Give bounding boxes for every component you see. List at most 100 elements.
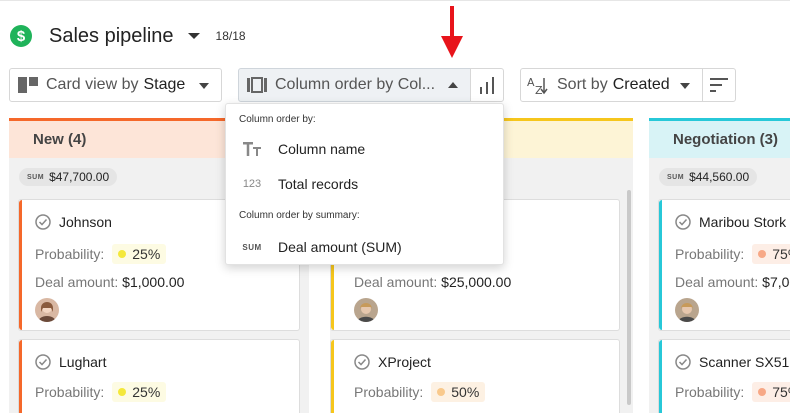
sort-value: Created bbox=[612, 76, 670, 93]
probability-badge: 75% bbox=[752, 244, 790, 264]
menu-item-label: Deal amount (SUM) bbox=[278, 239, 402, 255]
deal-card[interactable]: Lughart Probability: 25% bbox=[18, 339, 300, 413]
sum-icon: SUM bbox=[242, 242, 262, 252]
deal-amount-label: Deal amount: bbox=[354, 274, 438, 290]
page-title[interactable]: Sales pipeline bbox=[49, 25, 174, 48]
probability-value: 25% bbox=[132, 246, 161, 262]
column-header[interactable]: Negotiation (3) bbox=[649, 118, 790, 158]
column-scrollbar[interactable] bbox=[627, 190, 631, 405]
card-name: XProject bbox=[378, 354, 431, 370]
probability-field: Probability: 75% bbox=[675, 382, 790, 402]
page-header: $ Sales pipeline 18/18 bbox=[10, 22, 246, 50]
menu-item-total-records[interactable]: 123 Total records bbox=[226, 169, 503, 199]
column-order-label: Column order by Col... bbox=[275, 76, 436, 93]
card-view-select[interactable]: Card view by Stage bbox=[9, 68, 222, 102]
svg-text:A: A bbox=[527, 76, 535, 89]
probability-value: 50% bbox=[451, 384, 480, 400]
card-title: Lughart bbox=[35, 354, 106, 370]
sort-az-icon: AZ bbox=[527, 75, 549, 95]
status-dot-icon bbox=[758, 250, 767, 258]
probability-label: Probability: bbox=[675, 246, 745, 262]
card-title: Maribou Stork bbox=[675, 214, 786, 230]
probability-value: 75% bbox=[772, 384, 790, 400]
avatar[interactable] bbox=[35, 298, 59, 322]
column-sum-badge: SUM $44,560.00 bbox=[659, 168, 758, 186]
status-dot-icon bbox=[118, 388, 127, 396]
column-order-dropdown: Column order by: Column name 123 Total r… bbox=[225, 103, 504, 265]
dropdown-section-label: Column order by summary: bbox=[239, 210, 360, 221]
deal-amount-label: Deal amount: bbox=[675, 274, 759, 290]
card-view-icon bbox=[18, 77, 38, 93]
kanban-column-negotiation: Negotiation (3) SUM $44,560.00 Maribou St… bbox=[649, 118, 790, 413]
status-dot-icon bbox=[437, 388, 446, 396]
card-title: Johnson bbox=[35, 214, 112, 230]
deal-amount-value: $1,000.00 bbox=[122, 274, 185, 290]
record-count: 18/18 bbox=[215, 29, 246, 43]
sort-label: Sort by bbox=[557, 76, 608, 93]
sum-label: SUM bbox=[667, 173, 685, 181]
red-arrow-icon bbox=[441, 6, 463, 58]
menu-item-deal-amount-sum[interactable]: SUM Deal amount (SUM) bbox=[226, 232, 503, 262]
deal-amount-label: Deal amount: bbox=[35, 274, 119, 290]
column-order-select[interactable]: Column order by Col... bbox=[238, 68, 471, 102]
card-view-label: Card view by bbox=[46, 76, 139, 93]
probability-badge: 75% bbox=[752, 382, 790, 402]
column-count: (3) bbox=[759, 131, 779, 148]
status-dot-icon bbox=[118, 250, 127, 258]
check-circle-icon[interactable] bbox=[354, 354, 370, 370]
card-view-value: Stage bbox=[143, 76, 186, 93]
probability-field: Probability: 50% bbox=[354, 382, 486, 402]
probability-field: Probability: 75% bbox=[675, 244, 790, 264]
sort-direction-button[interactable] bbox=[702, 68, 736, 102]
menu-item-label: Column name bbox=[278, 141, 366, 157]
probability-field: Probability: 25% bbox=[35, 244, 167, 264]
avatar[interactable] bbox=[354, 298, 378, 322]
top-divider bbox=[0, 0, 790, 1]
column-title: Negotiation bbox=[673, 131, 756, 148]
deal-card[interactable]: XProject Probability: 50% bbox=[330, 339, 620, 413]
text-type-icon bbox=[226, 142, 278, 156]
card-title: Scanner SX51 bbox=[675, 354, 789, 370]
card-accent-bar bbox=[19, 340, 22, 413]
sum-label: SUM bbox=[27, 173, 45, 181]
column-title: New bbox=[33, 131, 64, 148]
bar-chart-icon bbox=[480, 77, 494, 94]
avatar[interactable] bbox=[675, 298, 699, 322]
sort-select[interactable]: AZ Sort by Created bbox=[520, 68, 703, 102]
deal-card[interactable]: Scanner SX51 Probability: 75% bbox=[658, 339, 790, 413]
probability-badge: 50% bbox=[431, 382, 486, 402]
column-order-direction-button[interactable] bbox=[470, 68, 504, 102]
menu-item-column-name[interactable]: Column name bbox=[226, 134, 503, 164]
card-title: XProject bbox=[354, 354, 431, 370]
dollar-icon: $ bbox=[10, 25, 32, 47]
check-circle-icon[interactable] bbox=[35, 214, 51, 230]
card-accent-bar bbox=[659, 200, 662, 330]
number-type-icon: 123 bbox=[242, 178, 262, 190]
menu-item-label: Total records bbox=[278, 176, 359, 192]
deal-amount-field: Deal amount: $1,000.00 bbox=[35, 274, 184, 290]
probability-label: Probability: bbox=[35, 384, 105, 400]
probability-field: Probability: 25% bbox=[35, 382, 167, 402]
deal-card[interactable]: Maribou Stork Probability: 75% Deal amou… bbox=[658, 199, 790, 331]
probability-value: 75% bbox=[772, 246, 790, 262]
chevron-down-icon bbox=[680, 83, 690, 89]
column-count: (4) bbox=[68, 131, 87, 148]
title-chevron-down-icon[interactable] bbox=[187, 33, 200, 39]
column-order-icon bbox=[247, 77, 267, 93]
deal-amount-value: $25,000.00 bbox=[441, 274, 512, 290]
chevron-up-icon bbox=[448, 82, 458, 88]
card-name: Lughart bbox=[59, 354, 107, 370]
check-circle-icon[interactable] bbox=[35, 354, 51, 370]
probability-value: 25% bbox=[132, 384, 161, 400]
card-accent-bar bbox=[659, 340, 662, 413]
probability-label: Probability: bbox=[354, 384, 424, 400]
probability-badge: 25% bbox=[112, 244, 167, 264]
card-name: Johnson bbox=[59, 214, 112, 230]
sort-lines-icon bbox=[710, 78, 728, 92]
check-circle-icon[interactable] bbox=[675, 214, 691, 230]
sum-value: $44,560.00 bbox=[689, 170, 750, 184]
deal-amount-field: Deal amount: $7,00 bbox=[675, 274, 790, 290]
check-circle-icon[interactable] bbox=[675, 354, 691, 370]
probability-badge: 25% bbox=[112, 382, 167, 402]
card-name: Maribou Stork bbox=[699, 214, 787, 230]
